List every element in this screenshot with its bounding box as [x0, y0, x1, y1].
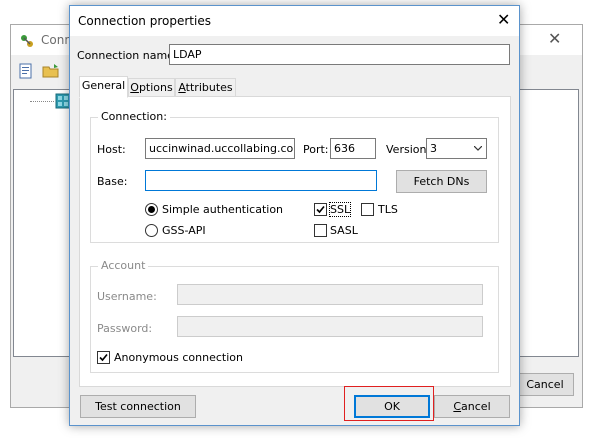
- version-select-value: 3: [430, 142, 437, 155]
- tls-label: TLS: [378, 203, 398, 216]
- base-label: Base:: [97, 175, 128, 188]
- ssl-label: SSL: [328, 202, 352, 217]
- gss-api-label: GSS-API: [162, 224, 206, 237]
- ok-highlight-box: [344, 386, 434, 421]
- background-window-title: Conn: [41, 33, 72, 47]
- account-group: Account Username: Password: Anonymous co…: [90, 259, 499, 373]
- background-close-icon[interactable]: ✕: [548, 31, 561, 47]
- port-input[interactable]: 636: [330, 138, 376, 159]
- tab-general[interactable]: General: [79, 76, 128, 98]
- anonymous-label: Anonymous connection: [114, 351, 243, 364]
- username-label: Username:: [97, 290, 157, 303]
- close-icon[interactable]: ✕: [497, 12, 510, 28]
- password-input[interactable]: [177, 316, 483, 337]
- anonymous-checkbox[interactable]: [97, 351, 110, 364]
- connection-group-label: Connection:: [98, 110, 170, 123]
- simple-auth-label: Simple authentication: [162, 203, 284, 216]
- tab-options[interactable]: Options: [128, 78, 175, 98]
- test-connection-button[interactable]: Test connection: [80, 395, 196, 418]
- port-label: Port:: [303, 143, 329, 156]
- base-input[interactable]: [145, 170, 377, 191]
- chevron-down-icon: [474, 146, 482, 151]
- checkmark-icon: [316, 205, 325, 214]
- username-input[interactable]: [177, 284, 483, 305]
- general-tab-panel: Connection: Host: uccinwinad.uccollabing…: [79, 96, 511, 387]
- new-document-icon[interactable]: [19, 63, 33, 79]
- connection-name-input[interactable]: LDAP: [169, 44, 510, 65]
- connection-group: Connection: Host: uccinwinad.uccollabing…: [90, 110, 499, 243]
- open-folder-icon[interactable]: [42, 63, 60, 79]
- ssl-checkbox[interactable]: [314, 203, 327, 216]
- app-icon: [21, 35, 33, 47]
- background-cancel-button[interactable]: Cancel: [516, 373, 574, 396]
- tab-attributes[interactable]: Attributes: [175, 78, 236, 98]
- connection-name-label: Connection name:: [77, 49, 178, 62]
- sasl-checkbox[interactable]: [314, 224, 327, 237]
- password-label: Password:: [97, 322, 153, 335]
- host-input[interactable]: uccinwinad.uccollabing.com: [145, 138, 295, 159]
- version-select[interactable]: 3: [426, 138, 487, 159]
- version-label: Version:: [386, 143, 431, 156]
- fetch-dns-button[interactable]: Fetch DNs: [396, 170, 487, 193]
- gss-api-radio[interactable]: [145, 224, 158, 237]
- tls-checkbox[interactable]: [361, 203, 374, 216]
- sasl-label: SASL: [330, 224, 358, 237]
- simple-auth-radio[interactable]: [145, 203, 158, 216]
- connection-properties-dialog: Connection properties ✕ Connection name:…: [69, 5, 520, 426]
- tree-connector: [30, 101, 54, 102]
- dialog-title: Connection properties: [78, 14, 211, 28]
- host-label: Host:: [97, 143, 126, 156]
- checkmark-icon: [99, 353, 108, 362]
- cancel-button[interactable]: Cancel: [434, 395, 510, 418]
- dialog-titlebar: Connection properties ✕: [70, 6, 519, 36]
- account-group-label: Account: [98, 259, 149, 272]
